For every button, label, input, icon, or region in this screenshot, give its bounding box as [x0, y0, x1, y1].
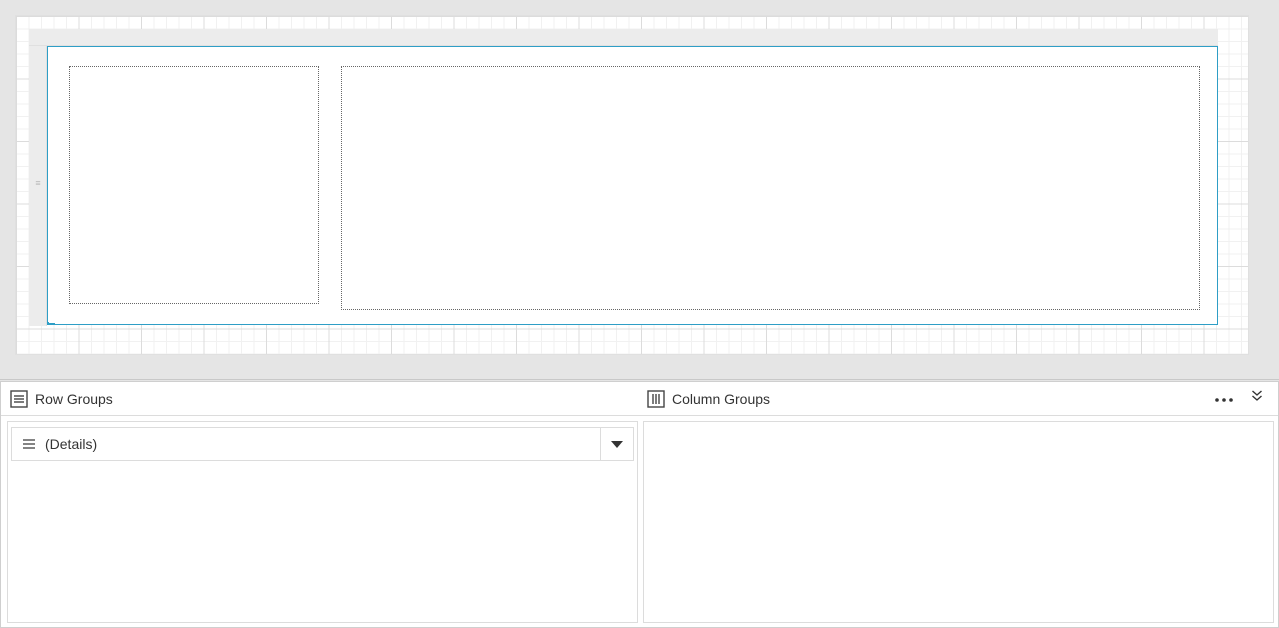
- row-grip-icon[interactable]: ≡: [34, 178, 42, 188]
- tablix-column-handle[interactable]: [29, 29, 1218, 46]
- grouping-panel-header: Row Groups Column Groups: [1, 382, 1278, 416]
- collapse-panel-button[interactable]: [1247, 386, 1267, 410]
- grouping-panel: Row Groups Column Groups (Details): [0, 381, 1279, 628]
- row-groups-header: Row Groups: [9, 382, 113, 415]
- textbox-cell-left[interactable]: [69, 66, 319, 304]
- more-options-button[interactable]: [1212, 388, 1236, 410]
- row-groups-pane: (Details): [7, 421, 638, 623]
- caret-down-icon: [611, 435, 623, 453]
- row-groups-icon: [9, 389, 29, 409]
- column-groups-pane: [643, 421, 1274, 623]
- double-chevron-down-icon: [1251, 389, 1263, 408]
- textbox-cell-right[interactable]: [341, 66, 1200, 310]
- report-design-canvas: ≡: [0, 0, 1279, 380]
- row-group-dropdown-button[interactable]: [600, 428, 633, 460]
- column-groups-icon: [646, 389, 666, 409]
- column-groups-label: Column Groups: [672, 390, 771, 407]
- tablix-resize-corner[interactable]: [47, 322, 55, 325]
- ellipsis-icon: [1214, 390, 1234, 408]
- details-lines-icon: [22, 437, 36, 451]
- column-groups-header: Column Groups: [646, 382, 770, 415]
- row-group-item-label: (Details): [45, 436, 98, 452]
- row-groups-label: Row Groups: [35, 390, 113, 407]
- row-group-item-details[interactable]: (Details): [11, 427, 634, 461]
